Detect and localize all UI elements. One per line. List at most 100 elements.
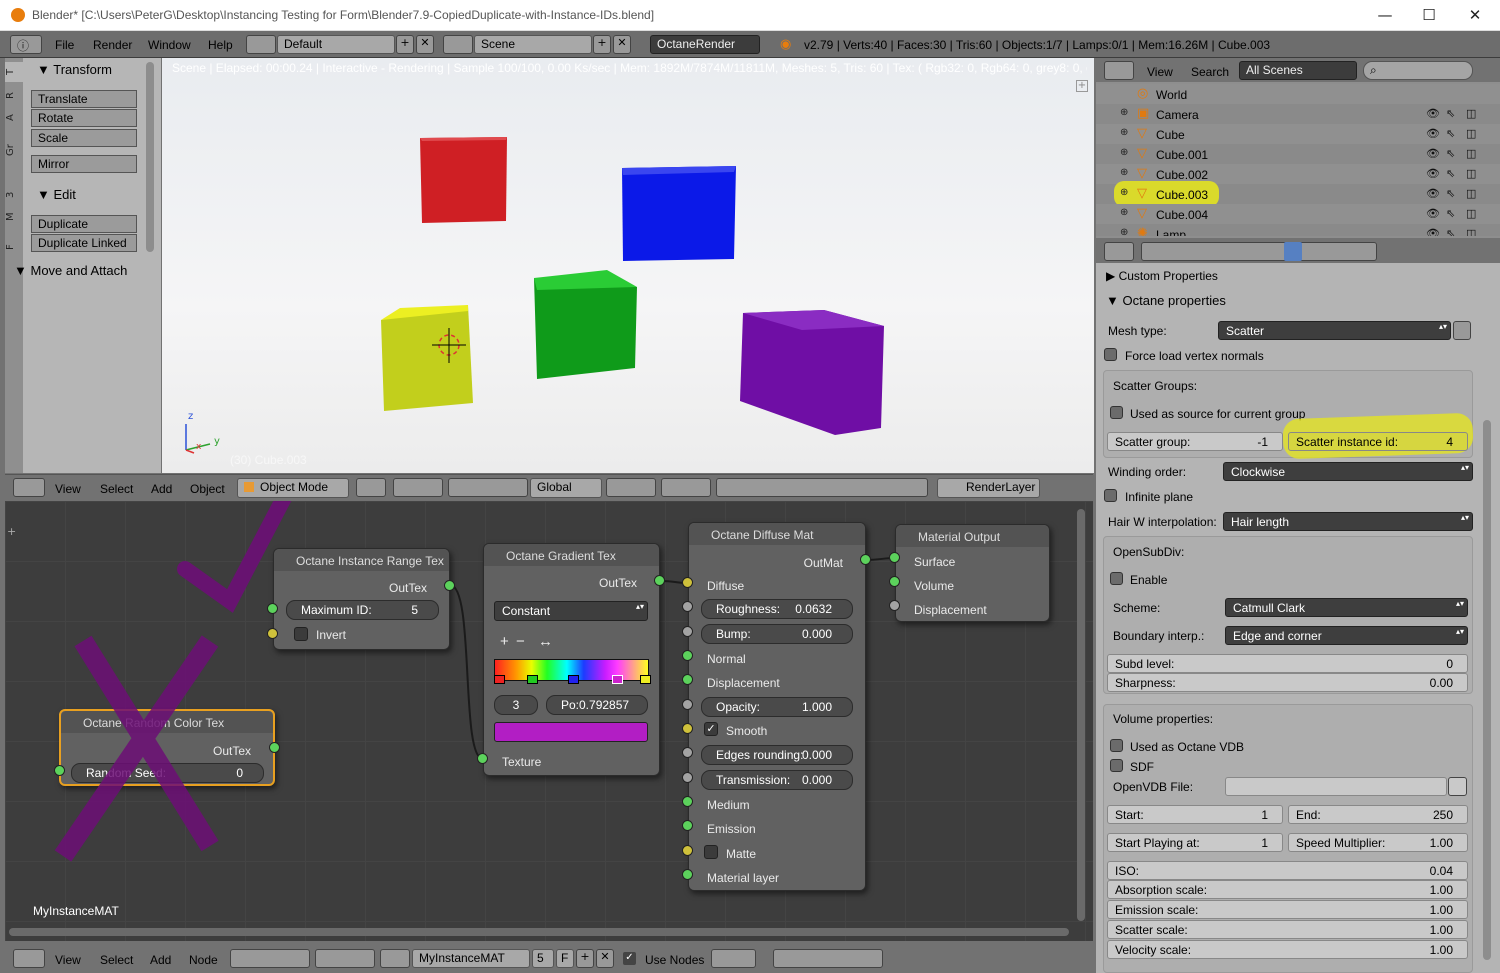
material-name-field[interactable]: MyInstanceMAT [412,949,530,968]
outliner-row[interactable]: ⊕ ▽ Cube.003 👁 ⇖ ◫ [1096,181,1500,207]
close-button[interactable]: ✕ [1452,2,1498,28]
scatter-instance-id-field[interactable]: Scatter instance id: 4 [1288,432,1468,451]
sdf-checkbox[interactable] [1110,759,1123,772]
sharpness-field[interactable]: Sharpness: 0.00 [1107,673,1468,692]
screen-layout-icon[interactable] [246,35,276,54]
end-field[interactable]: End: 250 [1288,805,1468,824]
outliner-search-input[interactable]: ⌕ [1363,61,1473,80]
speed-multiplier-field[interactable]: Speed Multiplier: 1.00 [1288,833,1468,852]
pin-buttons[interactable] [711,949,756,968]
data-tab-icon[interactable] [1284,242,1302,261]
scheme-select[interactable]: Catmull Clark [1225,598,1468,617]
unlink-material-button[interactable]: ✕ [596,949,614,968]
render-engine-select[interactable]: OctaneRender [650,35,760,54]
outliner-item-name[interactable]: Lamp [1156,228,1186,236]
vp-menu-view[interactable]: View [55,482,81,496]
camera-icon[interactable]: ◫ [1466,147,1476,160]
eye-icon[interactable]: 👁 [1426,187,1440,200]
render-layer-field[interactable]: RenderLayer [937,478,1040,498]
eye-icon[interactable]: 👁 [1426,167,1440,180]
outliner-row[interactable]: ⊕ ▽ Cube.004 👁 ⇖ ◫ [1096,204,1500,224]
outliner-item-name[interactable]: World [1156,88,1187,102]
outliner-item-name[interactable]: Camera [1156,108,1199,122]
viewport-shading-button[interactable] [356,478,386,497]
scatter-scale-field[interactable]: Scatter scale: 1.00 [1107,920,1468,939]
duplicate-linked-button[interactable]: Duplicate Linked [31,234,137,252]
openvdb-file-input[interactable] [1225,777,1447,796]
node-editor-vscroll[interactable] [1077,509,1085,921]
move-attach-panel-header[interactable]: ▼ Move and Attach [14,263,127,278]
tab-f[interactable]: F [5,238,23,256]
custom-properties-header[interactable]: ▶ Custom Properties [1106,269,1218,283]
cube-green-front[interactable] [534,278,637,379]
cursor-icon[interactable]: ⇖ [1446,107,1455,120]
outliner-item-name[interactable]: Cube [1156,128,1185,142]
remove-scene-button[interactable]: ✕ [613,35,631,54]
layers-grid-1[interactable] [606,478,656,497]
outliner-row[interactable]: ⊕ ▽ Cube.001 👁 ⇖ ◫ [1096,144,1500,164]
outliner-item-name[interactable]: Cube.003 [1156,188,1208,202]
node-tree-type-buttons[interactable] [230,949,310,968]
cursor-icon[interactable]: ⇖ [1446,227,1455,236]
edit-panel-header[interactable]: ▼ Edit [37,187,76,202]
pivot-point-button[interactable] [393,478,443,497]
fake-user-button[interactable]: F [556,949,574,968]
menu-window[interactable]: Window [148,38,191,52]
editor-type-button[interactable]: ⓘ [10,35,42,54]
tab-3d[interactable]: 3 [5,186,23,204]
translate-button[interactable]: Translate [31,90,137,108]
tab-mesh[interactable]: M [5,208,23,226]
node-editor-hscroll[interactable] [9,928,1069,936]
remove-layout-button[interactable]: ✕ [416,35,434,54]
cursor-icon[interactable]: ⇖ [1446,127,1455,140]
outliner-row[interactable]: ⊕ ▣ Camera 👁 ⇖ ◫ [1096,104,1500,124]
transform-panel-header[interactable]: ▼ Transform [37,62,112,77]
eye-icon[interactable]: 👁 [1426,227,1440,236]
iso-field[interactable]: ISO: 0.04 [1107,861,1468,880]
cursor-icon[interactable]: ⇖ [1446,207,1455,220]
editor-type-properties-button[interactable] [1104,242,1134,261]
tab-tools[interactable]: T [5,62,23,82]
scale-button[interactable]: Scale [31,129,137,147]
node-menu-view[interactable]: View [55,953,81,967]
properties-scrollbar[interactable] [1483,420,1491,960]
expand-icon[interactable]: ⊕ [1120,127,1128,138]
scene-field[interactable]: Scene [474,35,592,54]
outliner-item-name[interactable]: Cube.001 [1156,148,1208,162]
node-menu-node[interactable]: Node [189,953,218,967]
expand-icon[interactable]: ⊕ [1120,207,1128,218]
screen-layout-field[interactable]: Default [277,35,395,54]
mesh-type-select[interactable]: Scatter [1218,321,1451,340]
cube-yellow[interactable] [381,305,473,411]
material-users-count[interactable]: 5 [532,949,554,968]
snapping-toolbar[interactable] [716,478,928,497]
node-menu-select[interactable]: Select [100,953,133,967]
new-material-button[interactable]: + [576,949,594,968]
absorption-scale-field[interactable]: Absorption scale: 1.00 [1107,880,1468,899]
expand-icon[interactable]: ⊕ [1120,147,1128,158]
winding-order-select[interactable]: Clockwise [1223,462,1473,481]
menu-render[interactable]: Render [93,38,132,52]
octane-properties-header[interactable]: ▼ Octane properties [1106,293,1226,308]
camera-icon[interactable]: ◫ [1466,227,1476,236]
outliner-filter-select[interactable]: All Scenes [1239,61,1357,80]
eye-icon[interactable]: 👁 [1426,207,1440,220]
layers-grid-2[interactable] [661,478,711,497]
vp-menu-select[interactable]: Select [100,482,133,496]
rotate-button[interactable]: Rotate [31,109,137,127]
cursor-icon[interactable]: ⇖ [1446,147,1455,160]
vp-menu-add[interactable]: Add [151,482,172,496]
expand-icon[interactable]: ⊕ [1120,167,1128,178]
duplicate-button[interactable]: Duplicate [31,215,137,233]
infinite-plane-checkbox[interactable] [1104,489,1117,502]
editor-type-node-button[interactable] [13,949,45,968]
camera-icon[interactable]: ◫ [1466,187,1476,200]
tool-shelf-scrollbar[interactable] [146,62,154,252]
manipulator-buttons[interactable] [448,478,528,497]
outliner-item-name[interactable]: Cube.004 [1156,208,1208,222]
viewport-expand-icon[interactable]: + [1076,80,1088,92]
subd-level-field[interactable]: Subd level: 0 [1107,654,1468,673]
eye-icon[interactable]: 👁 [1426,107,1440,120]
node-editor-expand-icon[interactable]: + [7,525,16,538]
add-scene-button[interactable]: + [593,35,611,54]
